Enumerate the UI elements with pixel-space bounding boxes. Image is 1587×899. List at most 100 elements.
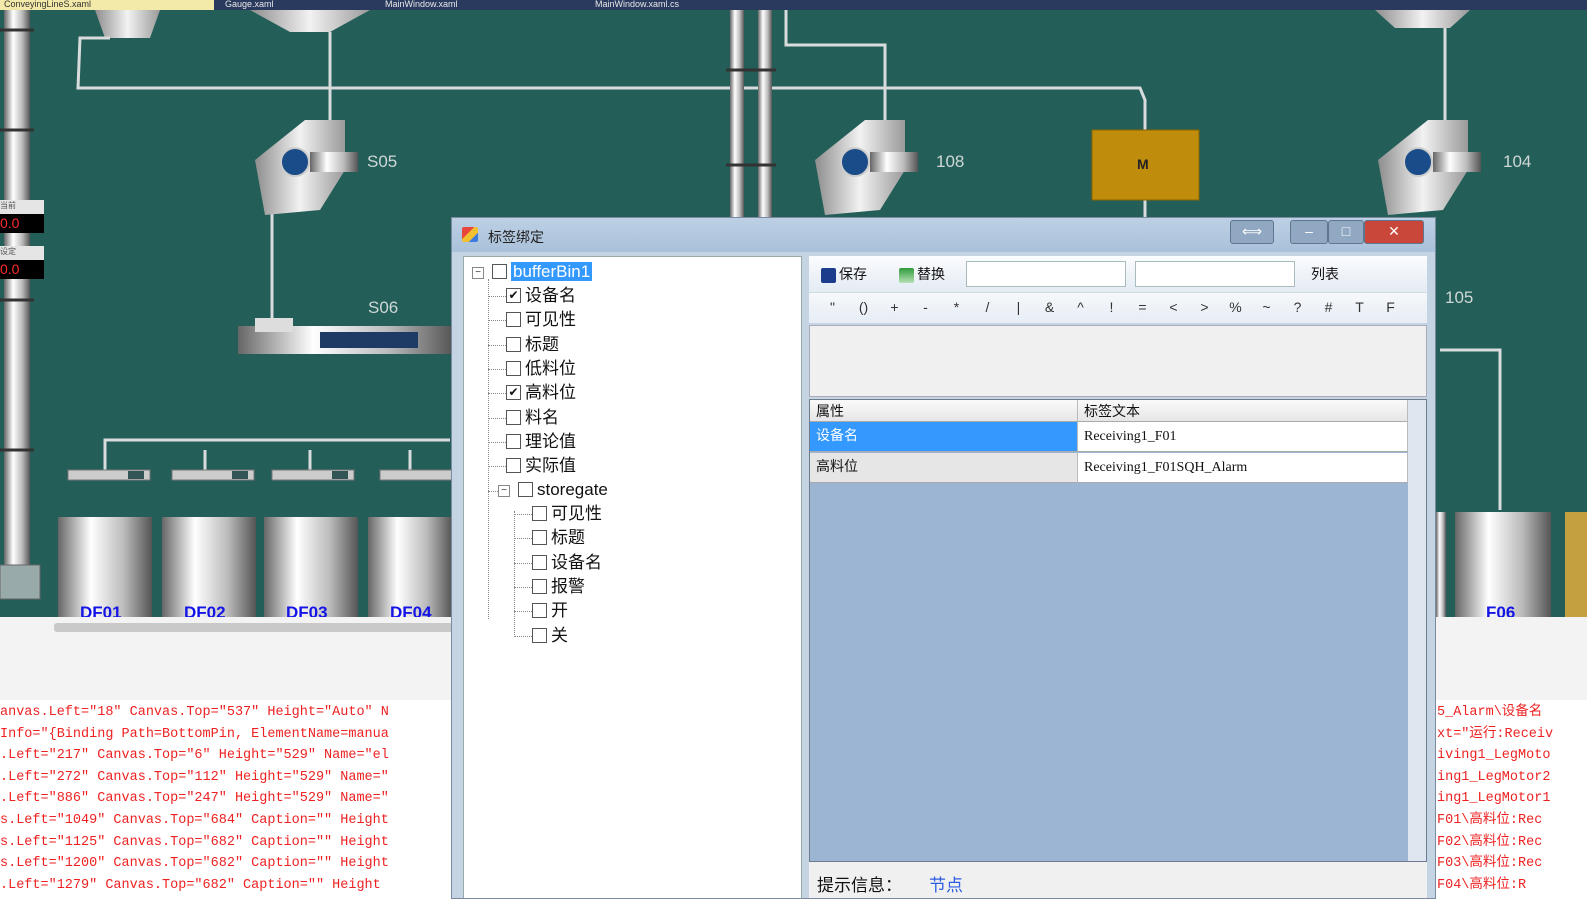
tree-node[interactable]: ✔ 高料位 — [506, 382, 576, 404]
checkbox[interactable] — [492, 264, 507, 280]
tree-node-storegate[interactable]: storegate — [518, 479, 608, 501]
operator-button[interactable]: & — [1034, 299, 1065, 315]
bin-label-df03: DF03 — [286, 603, 328, 617]
minimize-button[interactable]: – — [1290, 220, 1328, 244]
operator-button[interactable]: ? — [1282, 299, 1313, 315]
code-line: Info="{Binding Path=BottomPin, ElementNa… — [0, 726, 389, 742]
code-line: ing1_LegMotor2 — [1437, 769, 1551, 785]
column-header-property[interactable]: 属性 — [810, 400, 1078, 422]
tree-node-label: 可见性 — [551, 504, 602, 523]
tab-gauge[interactable]: Gauge.xaml — [225, 0, 365, 10]
tab-mainwindow-cs[interactable]: MainWindow.xaml.cs — [595, 0, 795, 10]
tree-node[interactable]: 可见性 — [506, 309, 576, 331]
operator-button[interactable]: ~ — [1251, 299, 1282, 315]
tree-node[interactable]: 关 — [532, 625, 568, 647]
replace-input[interactable] — [1135, 261, 1295, 287]
tree-node[interactable]: 标题 — [532, 527, 585, 549]
operator-button[interactable]: " — [817, 299, 848, 315]
checkbox[interactable] — [506, 433, 521, 449]
operator-button[interactable]: * — [941, 299, 972, 315]
column-header-tag-text[interactable]: 标签文本 — [1078, 400, 1408, 422]
checkbox[interactable] — [532, 554, 547, 570]
close-button[interactable]: ✕ — [1364, 220, 1424, 244]
top-hopper-1 — [95, 10, 160, 38]
tree-node[interactable]: 标题 — [506, 334, 559, 356]
tree-root[interactable]: bufferBin1 — [492, 261, 593, 283]
collapse-icon[interactable]: − — [472, 267, 484, 279]
property-grid[interactable]: 属性 标签文本 设备名 Receiving1_F01 高料位 Receiving1_F… — [809, 399, 1427, 862]
resize-arrows-icon[interactable]: ⟺ — [1230, 220, 1274, 244]
operator-button[interactable]: < — [1158, 299, 1189, 315]
operator-button[interactable]: # — [1313, 299, 1344, 315]
dialog-titlebar[interactable]: 标签绑定 ⟺ – □ ✕ — [452, 218, 1435, 252]
operator-button[interactable]: / — [972, 299, 1003, 315]
checkbox[interactable]: ✔ — [506, 385, 521, 401]
equipment-label-s06: S06 — [368, 298, 399, 317]
tree-node[interactable]: 设备名 — [532, 552, 602, 574]
tab-mainwindow[interactable]: MainWindow.xaml — [385, 0, 565, 10]
code-line: s.Left="1200" Canvas.Top="682" Caption="… — [0, 856, 389, 872]
expression-editor[interactable] — [809, 325, 1427, 397]
equipment-label-104: 104 — [1503, 152, 1532, 171]
operator-button[interactable]: T — [1344, 299, 1375, 315]
checkbox[interactable] — [532, 506, 547, 522]
vertical-pipe-a — [730, 10, 744, 240]
tree-node[interactable]: 低料位 — [506, 358, 576, 380]
operator-button[interactable]: - — [910, 299, 941, 315]
dialog-title: 标签绑定 — [488, 229, 544, 245]
tree-node[interactable]: 报警 — [532, 576, 585, 598]
operator-button[interactable]: ! — [1096, 299, 1127, 315]
checkbox[interactable] — [518, 482, 533, 498]
operator-button[interactable]: () — [848, 299, 879, 315]
conveyor-head-s05 — [255, 120, 358, 215]
horizontal-scrollbar[interactable] — [54, 623, 454, 632]
operator-button[interactable]: ^ — [1065, 299, 1096, 315]
checkbox[interactable] — [506, 336, 521, 352]
operator-button[interactable]: | — [1003, 299, 1034, 315]
operator-button[interactable]: % — [1220, 299, 1251, 315]
maximize-button[interactable]: □ — [1328, 220, 1364, 244]
tree-node[interactable]: 可见性 — [532, 503, 602, 525]
operator-button[interactable]: F — [1375, 299, 1406, 315]
save-button[interactable]: 保存 — [821, 263, 867, 285]
tree-node[interactable]: 料名 — [506, 407, 559, 429]
code-line: F04\高料位:R — [1437, 877, 1527, 893]
checkbox[interactable] — [506, 312, 521, 328]
tree-node-label: 关 — [551, 625, 568, 645]
binding-editor-panel: 保存 替换 列表 "() + - * / | & ^! = < >% ~? # T F 属性 标签文本 设备… — [809, 256, 1427, 898]
operator-button[interactable]: > — [1189, 299, 1220, 315]
grid-cell-property[interactable]: 设备名 — [810, 422, 1078, 452]
checkbox[interactable] — [506, 458, 521, 474]
operator-button[interactable]: + — [879, 299, 910, 315]
checkbox[interactable] — [532, 530, 547, 546]
collapse-icon[interactable]: − — [498, 485, 510, 497]
checkbox[interactable]: ✔ — [506, 288, 521, 304]
tab-conveying-line[interactable]: ConveyingLineS.xaml — [0, 0, 214, 10]
list-button[interactable]: 列表 — [1311, 263, 1339, 285]
search-input[interactable] — [966, 261, 1126, 287]
binding-tree[interactable]: − bufferBin1 ✔ 设备名 可见性 标题 低料位 ✔ 高料位 料名 理论值 实际值 − … — [463, 256, 802, 898]
tree-node[interactable]: 开 — [532, 600, 568, 622]
equipment-label-108: 108 — [936, 152, 965, 171]
tree-node-label: 高料位 — [525, 383, 576, 403]
tree-node[interactable]: 实际值 — [506, 455, 576, 477]
checkbox[interactable] — [532, 603, 547, 619]
tree-root-label: bufferBin1 — [511, 262, 593, 281]
operator-button[interactable]: = — [1127, 299, 1158, 315]
bin-label-f06: F06 — [1486, 603, 1516, 617]
vertical-scrollbar[interactable] — [1408, 400, 1426, 861]
checkbox[interactable] — [506, 409, 521, 425]
checkbox[interactable] — [506, 360, 521, 376]
silo-df02 — [162, 517, 256, 617]
checkbox[interactable] — [532, 578, 547, 594]
grid-cell-property[interactable]: 高料位 — [810, 453, 1078, 483]
tree-node-label: 料名 — [525, 407, 559, 427]
tree-node[interactable]: ✔ 设备名 — [506, 285, 576, 307]
grid-cell-tag-text[interactable]: Receiving1_F01SQH_Alarm — [1078, 453, 1408, 483]
tree-node[interactable]: 理论值 — [506, 431, 576, 453]
replace-button[interactable]: 替换 — [899, 263, 945, 285]
readout-value-1: 0.0 — [0, 214, 44, 233]
code-line: anvas.Left="18" Canvas.Top="537" Height=… — [0, 705, 389, 720]
grid-cell-tag-text[interactable]: Receiving1_F01 — [1078, 422, 1408, 452]
checkbox[interactable] — [532, 627, 547, 643]
